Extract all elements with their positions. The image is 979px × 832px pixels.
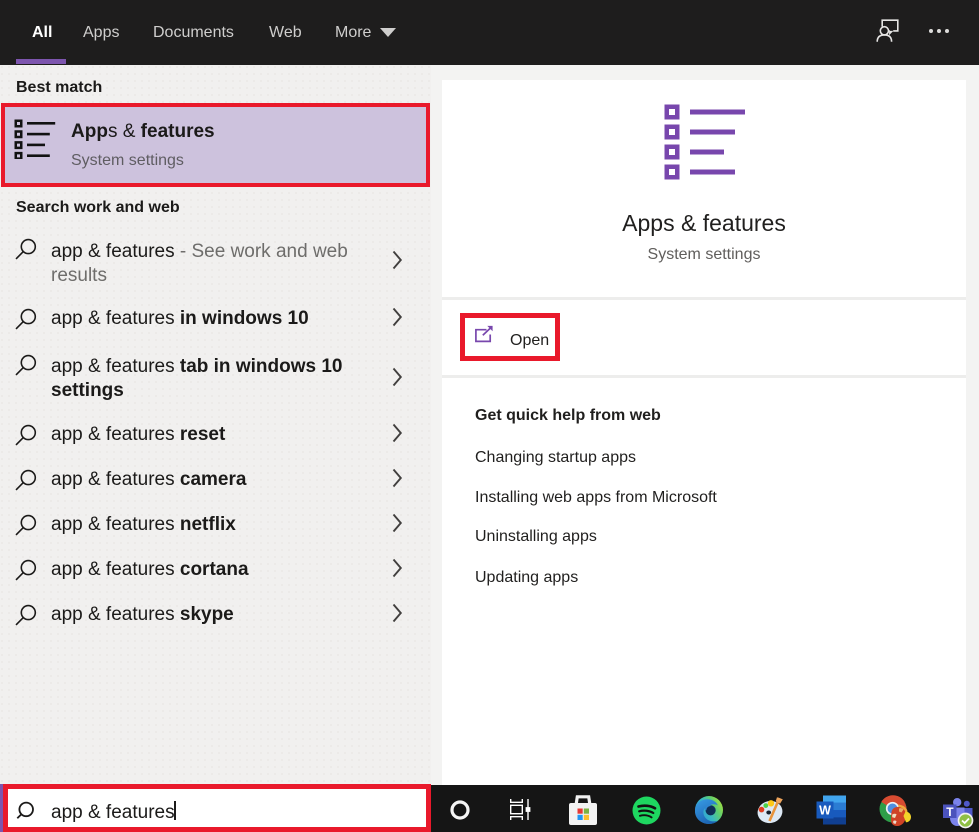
svg-text:T: T xyxy=(946,805,954,819)
svg-text:W: W xyxy=(819,804,831,818)
